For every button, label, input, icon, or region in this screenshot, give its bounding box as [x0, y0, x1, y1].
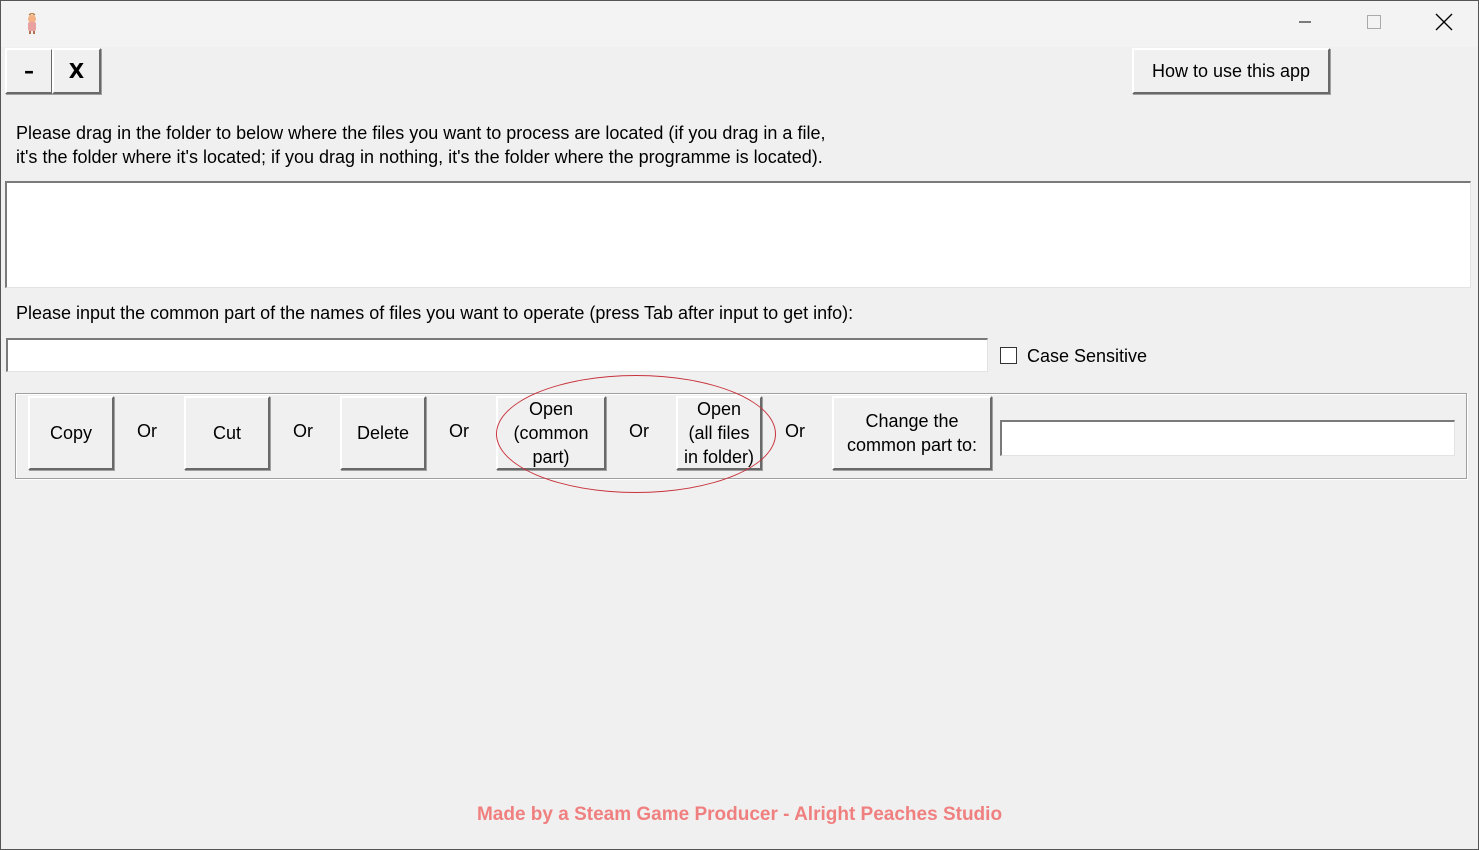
open-common-part-button[interactable]: Open (common part): [496, 396, 606, 470]
close-icon: [1435, 13, 1453, 36]
how-to-use-button[interactable]: How to use this app: [1132, 48, 1330, 94]
folder-drop-field[interactable]: [5, 181, 1471, 288]
close-app-button[interactable]: X: [52, 48, 101, 94]
common-part-instruction: Please input the common part of the name…: [16, 303, 854, 323]
change-common-part-button[interactable]: Change the common part to:: [832, 396, 992, 470]
case-sensitive-checkbox[interactable]: [1000, 347, 1017, 364]
window-minimize-button[interactable]: [1270, 1, 1340, 47]
common-part-input[interactable]: [6, 338, 988, 372]
copy-button[interactable]: Copy: [28, 396, 114, 470]
footer-credit: Made by a Steam Game Producer - Alright …: [476, 804, 1003, 825]
title-bar: [1, 1, 1478, 47]
or-label: Or: [137, 421, 157, 441]
window-close-button[interactable]: [1409, 1, 1478, 47]
peach-character-icon: [23, 12, 41, 35]
case-sensitive-label: Case Sensitive: [1027, 346, 1148, 366]
collapse-button[interactable]: –: [5, 48, 53, 94]
new-common-part-input[interactable]: [1000, 420, 1455, 456]
minimize-icon: [1297, 14, 1313, 35]
or-label: Or: [629, 421, 649, 441]
or-label: Or: [449, 421, 469, 441]
delete-button[interactable]: Delete: [340, 396, 426, 470]
window-maximize-button[interactable]: [1339, 1, 1409, 47]
cut-button[interactable]: Cut: [184, 396, 270, 470]
or-label: Or: [293, 421, 313, 441]
maximize-icon: [1366, 14, 1382, 35]
or-label: Or: [785, 421, 805, 441]
open-all-files-button[interactable]: Open (all files in folder): [676, 396, 762, 470]
app-window: – X How to use this app Please drag in t…: [0, 0, 1479, 850]
folder-instruction: Please drag in the folder to below where…: [16, 123, 826, 167]
